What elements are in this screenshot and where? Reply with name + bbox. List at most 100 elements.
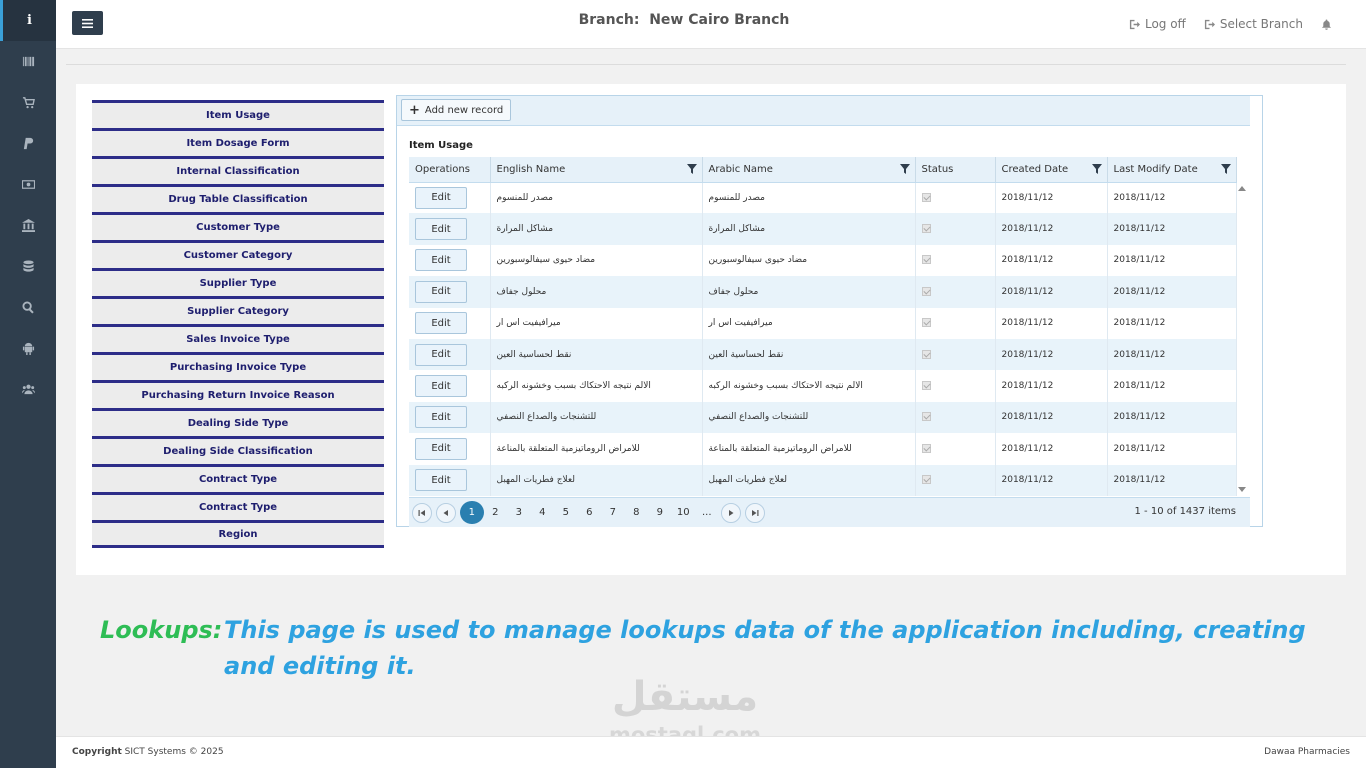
- lookup-item-dealing-side-classification[interactable]: Dealing Side Classification: [92, 436, 384, 464]
- english-name-cell: محلول جفاف: [490, 276, 703, 308]
- page-number[interactable]: 7: [601, 502, 625, 524]
- column-header-status[interactable]: Status: [915, 157, 996, 183]
- table-row[interactable]: Edit ميرافيفيت اس ار ميرافيفيت اس ار 2018/1…: [409, 307, 1237, 339]
- page-number[interactable]: 4: [531, 502, 555, 524]
- branch-label: Branch:: [578, 12, 640, 28]
- lookup-item-purchasing-return-invoice-reason[interactable]: Purchasing Return Invoice Reason: [92, 380, 384, 408]
- sidebar-item-android[interactable]: [0, 328, 56, 369]
- page-ellipsis[interactable]: ...: [695, 502, 719, 524]
- english-name-cell: مصدر للمنسوم: [490, 182, 703, 214]
- lookup-item-dealing-side-type[interactable]: Dealing Side Type: [92, 408, 384, 436]
- grid-toolbar: + Add new record: [397, 96, 1250, 126]
- search-icon: [21, 301, 34, 314]
- table-row[interactable]: Edit الالم نتيجه الاحتكاك بسبب وخشونه الر…: [409, 370, 1237, 402]
- notifications-button[interactable]: [1321, 18, 1332, 30]
- next-page-button[interactable]: [720, 502, 741, 523]
- edit-button[interactable]: Edit: [415, 186, 467, 209]
- sidebar-item-bank[interactable]: [0, 205, 56, 246]
- table-row[interactable]: Edit للتشنجات والصداع النصفي للتشنجات والص…: [409, 401, 1237, 434]
- pager-pages: 1 2 3 4 5 6 7 8 9 10...: [460, 501, 719, 524]
- lookup-item-region[interactable]: Region: [92, 520, 384, 548]
- filter-icon[interactable]: [1091, 164, 1102, 174]
- sidebar-item-barcode[interactable]: [0, 41, 56, 82]
- edit-button[interactable]: Edit: [415, 437, 467, 460]
- filter-icon[interactable]: [899, 164, 910, 174]
- page-number[interactable]: 5: [554, 502, 578, 524]
- scroll-down-icon[interactable]: [1238, 487, 1246, 492]
- status-cell: [915, 213, 996, 245]
- lookup-item-internal-classification[interactable]: Internal Classification: [92, 156, 384, 184]
- arabic-name-cell: مصدر للمنسوم: [702, 182, 916, 214]
- created-date-cell: 2018/11/12: [995, 464, 1108, 496]
- lookup-item-customer-type[interactable]: Customer Type: [92, 212, 384, 240]
- last-modify-date-cell: 2018/11/12: [1107, 464, 1237, 496]
- english-name-cell: مشاكل المرارة: [490, 213, 703, 245]
- lookup-item-sales-invoice-type[interactable]: Sales Invoice Type: [92, 324, 384, 352]
- page-number[interactable]: 3: [507, 502, 531, 524]
- edit-button[interactable]: Edit: [415, 249, 467, 272]
- page-number[interactable]: 8: [625, 502, 649, 524]
- page-number[interactable]: 10: [672, 502, 696, 524]
- android-icon: [22, 342, 34, 355]
- last-page-button[interactable]: [744, 502, 765, 523]
- last-modify-date-cell: 2018/11/12: [1107, 433, 1237, 465]
- edit-button[interactable]: Edit: [415, 312, 467, 335]
- edit-button[interactable]: Edit: [415, 375, 467, 398]
- lookup-item-item-usage[interactable]: Item Usage: [92, 100, 384, 128]
- chevron-right-icon: [728, 509, 733, 516]
- database-icon: [22, 260, 34, 272]
- lookup-item-item-dosage-form[interactable]: Item Dosage Form: [92, 128, 384, 156]
- edit-button[interactable]: Edit: [415, 406, 467, 429]
- created-date-cell: 2018/11/12: [995, 244, 1108, 277]
- lookup-item-contract-type[interactable]: Contract Type: [92, 464, 384, 492]
- add-new-record-button[interactable]: + Add new record: [401, 99, 512, 121]
- last-modify-date-cell: 2018/11/12: [1107, 182, 1237, 214]
- log-off-link[interactable]: Log off: [1129, 17, 1186, 31]
- bank-icon: [21, 219, 35, 232]
- lookup-item-supplier-category[interactable]: Supplier Category: [92, 296, 384, 324]
- sidebar-item-cart[interactable]: [0, 82, 56, 123]
- last-modify-date-cell: 2018/11/12: [1107, 244, 1237, 277]
- edit-button[interactable]: Edit: [415, 218, 467, 241]
- table-row[interactable]: Edit مشاكل المرارة مشاكل المرارة 2018/11/12…: [409, 213, 1237, 245]
- column-header-last-modify-date[interactable]: Last Modify Date: [1107, 157, 1237, 183]
- table-row[interactable]: Edit مضاد حيوى سيفالوسبورين مضاد حيوى سيفا…: [409, 244, 1237, 277]
- sidebar-item-info[interactable]: i: [0, 0, 56, 41]
- table-row[interactable]: Edit للامراض الروماتيزمية المتعلقة بالمنا…: [409, 433, 1237, 465]
- table-row[interactable]: Edit مصدر للمنسوم مصدر للمنسوم 2018/11/12 20…: [409, 182, 1237, 214]
- page-number[interactable]: 9: [648, 502, 672, 524]
- operations-cell: Edit: [409, 276, 491, 308]
- column-header-arabic-name[interactable]: Arabic Name: [702, 157, 916, 183]
- prev-page-button[interactable]: [436, 502, 456, 523]
- grid-scrollbar[interactable]: [1235, 182, 1249, 496]
- branch-title: Branch: New Cairo Branch: [56, 12, 1312, 28]
- filter-icon[interactable]: [1220, 164, 1231, 174]
- page-number[interactable]: 1: [460, 501, 484, 524]
- sidebar-item-users[interactable]: [0, 369, 56, 410]
- page-number[interactable]: 6: [578, 502, 602, 524]
- scroll-up-icon[interactable]: [1238, 186, 1246, 191]
- table-row[interactable]: Edit محلول جفاف محلول جفاف 2018/11/12 2018/1…: [409, 276, 1237, 308]
- sidebar-item-paypal[interactable]: [0, 123, 56, 164]
- lookup-item-supplier-type[interactable]: Supplier Type: [92, 268, 384, 296]
- created-date-cell: 2018/11/12: [995, 276, 1108, 308]
- column-header-created-date[interactable]: Created Date: [995, 157, 1108, 183]
- column-header-english-name[interactable]: English Name: [490, 157, 703, 183]
- page-number[interactable]: 2: [484, 502, 508, 524]
- sidebar-item-database[interactable]: [0, 246, 56, 287]
- lookup-item-customer-category[interactable]: Customer Category: [92, 240, 384, 268]
- lookup-item-drug-table-classification[interactable]: Drug Table Classification: [92, 184, 384, 212]
- select-branch-link[interactable]: Select Branch: [1204, 17, 1303, 31]
- lookup-item-contract-type-2[interactable]: Contract Type: [92, 492, 384, 520]
- lookup-item-purchasing-invoice-type[interactable]: Purchasing Invoice Type: [92, 352, 384, 380]
- edit-button[interactable]: Edit: [415, 280, 467, 303]
- table-row[interactable]: Edit نقط لحساسية العين نقط لحساسية العين 20…: [409, 338, 1237, 371]
- sidebar-item-money[interactable]: [0, 164, 56, 205]
- edit-button[interactable]: Edit: [415, 469, 467, 492]
- header-divider: [66, 64, 1346, 65]
- table-row[interactable]: Edit لعلاج فطريات المهبل لعلاج فطريات المه…: [409, 464, 1237, 496]
- edit-button[interactable]: Edit: [415, 343, 467, 366]
- filter-icon[interactable]: [686, 164, 697, 174]
- sidebar-item-search[interactable]: [0, 287, 56, 328]
- first-page-button[interactable]: [412, 502, 432, 523]
